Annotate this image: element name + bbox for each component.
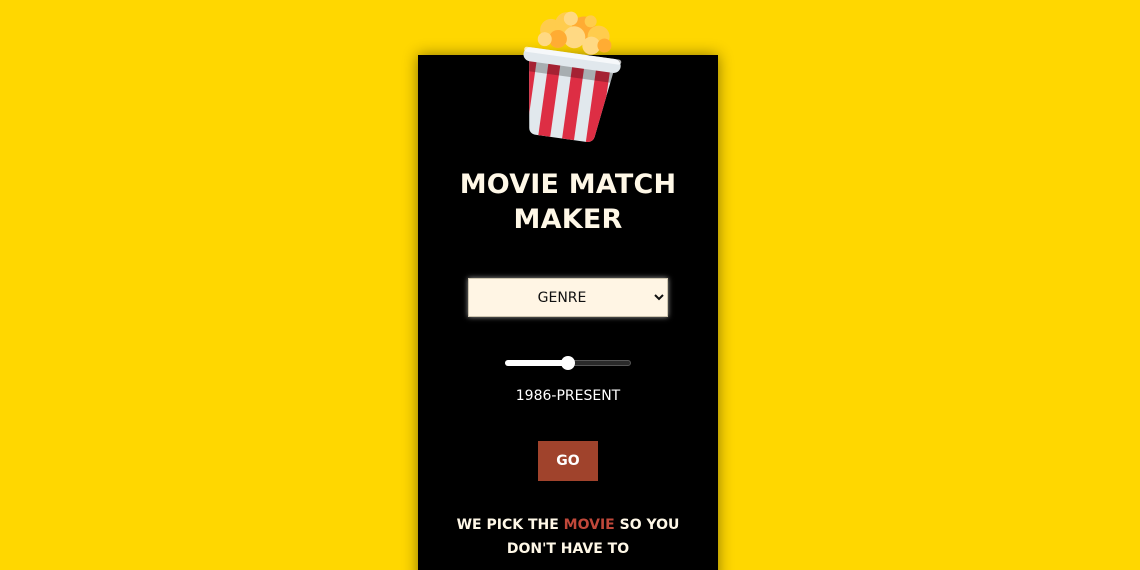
- page-title: MOVIE MATCH MAKER: [418, 167, 718, 237]
- go-button[interactable]: GO: [538, 441, 598, 481]
- slider-fill: [505, 360, 568, 366]
- page: MOVIE MATCH MAKER GENRE 1986-PRESENT GO …: [0, 0, 1140, 570]
- year-range-label: 1986-PRESENT: [515, 388, 621, 404]
- genre-select[interactable]: GENRE: [468, 278, 668, 317]
- slider-thumb[interactable]: [561, 356, 575, 370]
- tagline-accent: MOVIE: [563, 517, 615, 533]
- year-range-slider[interactable]: [504, 356, 632, 370]
- tagline: WE PICK THE MOVIE SO YOU DON'T HAVE TO: [448, 513, 688, 561]
- title-line-2: MAKER: [513, 204, 623, 235]
- popcorn-icon: [518, 11, 622, 145]
- popcorn-bucket: [518, 46, 622, 145]
- tagline-part-1: WE PICK THE: [456, 517, 564, 533]
- title-line-1: MOVIE MATCH: [459, 169, 677, 200]
